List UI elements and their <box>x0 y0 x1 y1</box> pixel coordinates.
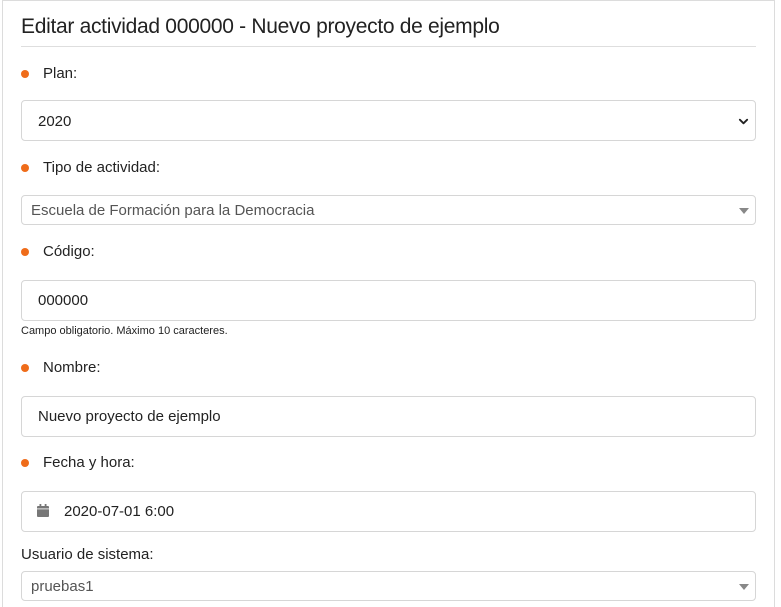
plan-label-text: Plan: <box>43 65 78 82</box>
tipo-actividad-select[interactable]: Escuela de Formación para la Democracia <box>21 195 756 225</box>
nombre-input[interactable]: Nuevo proyecto de ejemplo <box>21 396 756 437</box>
codigo-input[interactable]: 000000 <box>21 280 756 321</box>
tipo-label: Tipo de actividad: <box>21 159 160 176</box>
nombre-label-text: Nombre: <box>43 359 101 376</box>
plan-select[interactable]: 2020 <box>21 100 756 141</box>
chevron-down-icon <box>738 118 749 125</box>
fecha-value: 2020-07-01 6:00 <box>64 503 175 520</box>
tipo-value: Escuela de Formación para la Democracia <box>31 202 315 219</box>
codigo-value: 000000 <box>38 292 89 309</box>
usuario-label: Usuario de sistema: <box>21 546 154 563</box>
fecha-label-text: Fecha y hora: <box>43 454 135 471</box>
codigo-label-text: Código: <box>43 243 95 260</box>
usuario-label-text: Usuario de sistema: <box>21 546 154 563</box>
codigo-help-text: Campo obligatorio. Máximo 10 caracteres. <box>21 325 228 337</box>
usuario-sistema-select[interactable]: pruebas1 <box>21 571 756 601</box>
plan-label: Plan: <box>21 65 77 82</box>
plan-value: 2020 <box>38 113 72 130</box>
required-indicator <box>21 163 29 172</box>
caret-down-icon <box>739 208 749 214</box>
nombre-label: Nombre: <box>21 359 101 376</box>
title-divider <box>21 46 756 47</box>
page-title: Editar actividad 000000 - Nuevo proyecto… <box>21 15 500 38</box>
required-indicator <box>21 247 29 256</box>
usuario-value: pruebas1 <box>31 578 94 595</box>
fecha-hora-input[interactable]: 2020-07-01 6:00 <box>21 491 756 532</box>
calendar-icon <box>37 504 49 517</box>
tipo-label-text: Tipo de actividad: <box>43 159 161 176</box>
caret-down-icon <box>739 584 749 590</box>
edit-activity-form: Editar actividad 000000 - Nuevo proyecto… <box>2 0 775 607</box>
required-indicator <box>21 69 29 78</box>
required-indicator <box>21 458 29 467</box>
codigo-label: Código: <box>21 243 95 260</box>
fecha-label: Fecha y hora: <box>21 454 135 471</box>
required-indicator <box>21 363 29 372</box>
nombre-value: Nuevo proyecto de ejemplo <box>38 408 221 425</box>
